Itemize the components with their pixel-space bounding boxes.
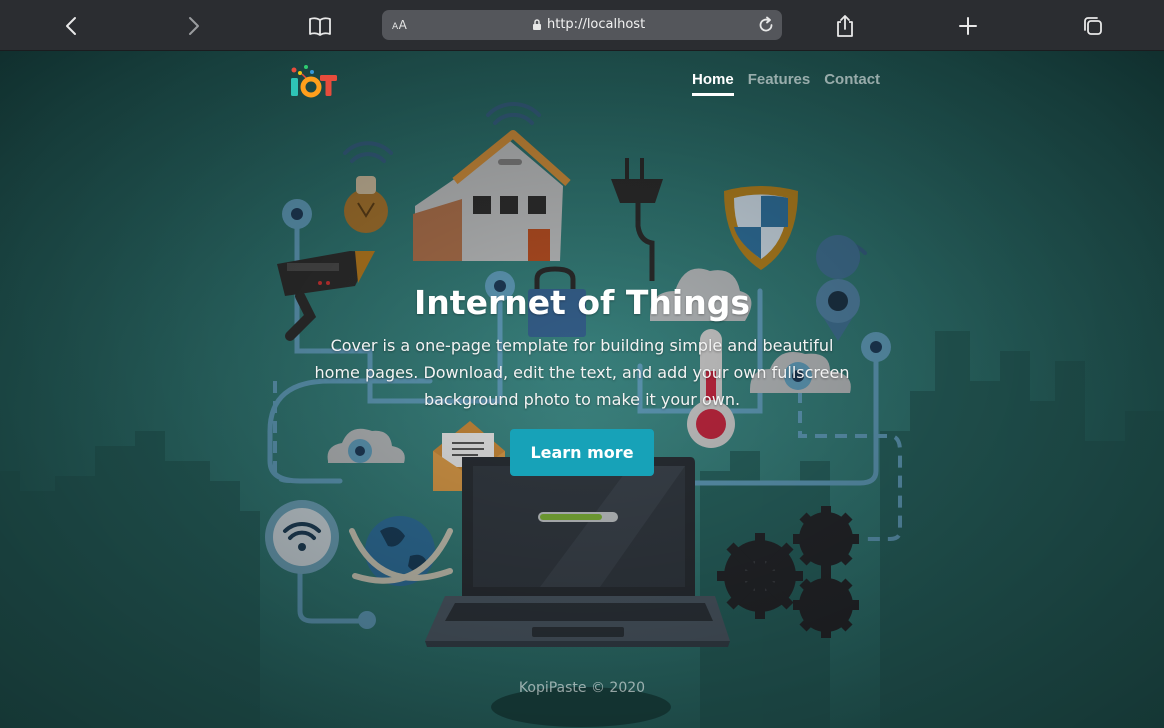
wifi-badge-illustration bbox=[265, 500, 339, 574]
book-icon bbox=[309, 17, 331, 36]
nav-link-features[interactable]: Features bbox=[748, 71, 811, 96]
page-viewport: Home Features Contact Internet of Things… bbox=[0, 51, 1164, 728]
hero-title: Internet of Things bbox=[414, 283, 750, 322]
reload-icon[interactable] bbox=[756, 15, 776, 35]
plus-icon bbox=[959, 17, 977, 35]
laptop-illustration bbox=[425, 457, 730, 647]
hero-lead: Cover is a one-page template for buildin… bbox=[314, 336, 850, 409]
forward-button[interactable] bbox=[176, 8, 212, 44]
tabs-overview-button[interactable] bbox=[1075, 8, 1111, 44]
iot-logo[interactable] bbox=[289, 63, 339, 99]
share-icon bbox=[837, 15, 853, 37]
browser-toolbar: AA http://localhost bbox=[0, 0, 1164, 51]
share-button[interactable] bbox=[827, 8, 863, 44]
plug-illustration bbox=[611, 158, 663, 281]
tabs-icon bbox=[1084, 17, 1102, 35]
nav-link-home[interactable]: Home bbox=[692, 71, 734, 96]
house-illustration bbox=[413, 130, 571, 261]
footer-copyright: KopiPaste © 2020 bbox=[518, 680, 646, 696]
learn-more-button[interactable]: Learn more bbox=[510, 429, 654, 476]
globe-illustration bbox=[349, 516, 453, 586]
url-text: http://localhost bbox=[547, 17, 646, 32]
reader-aa-button[interactable]: AA bbox=[392, 18, 407, 32]
chevron-left-icon bbox=[66, 17, 76, 35]
chevron-right-icon bbox=[189, 17, 199, 35]
lock-icon bbox=[533, 19, 541, 30]
nav-link-contact[interactable]: Contact bbox=[824, 71, 880, 96]
address-bar[interactable]: AA http://localhost bbox=[382, 10, 782, 40]
back-button[interactable] bbox=[53, 8, 89, 44]
new-tab-button[interactable] bbox=[950, 8, 986, 44]
hero-section: Internet of Things Cover is a one-page t… bbox=[300, 283, 864, 476]
shield-illustration bbox=[724, 186, 798, 270]
lightbulb-illustration bbox=[344, 176, 388, 233]
bookmarks-button[interactable] bbox=[302, 8, 338, 44]
main-nav: Home Features Contact bbox=[692, 71, 880, 96]
